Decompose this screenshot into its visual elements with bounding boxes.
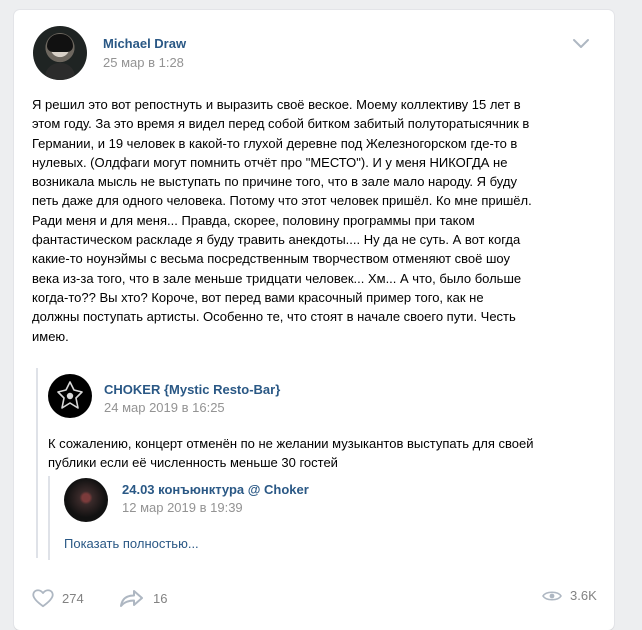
chevron-down-icon[interactable] [572, 38, 590, 50]
repost: CHOKER {Mystic Resto-Bar} 24 мар 2019 в … [36, 368, 594, 560]
post-text: Я решил это вот репостнуть и выразить св… [32, 97, 532, 344]
choker-logo-icon [57, 381, 83, 409]
views-indicator: 3.6K [542, 588, 597, 603]
share-arrow-icon [120, 590, 143, 607]
author-avatar[interactable] [33, 26, 87, 80]
repost-author[interactable]: CHOKER {Mystic Resto-Bar} [104, 382, 280, 397]
like-count: 274 [62, 590, 84, 606]
eye-icon [542, 590, 562, 601]
show-more-link[interactable]: Показать полностью... [64, 536, 199, 551]
nested-repost: 24.03 конъюнктура @ Choker 12 мар 2019 в… [48, 476, 570, 560]
repost-avatar[interactable] [48, 374, 92, 418]
post-date[interactable]: 25 мар в 1:28 [103, 55, 184, 70]
nested-repost-avatar[interactable] [64, 478, 108, 522]
share-count: 16 [153, 590, 168, 606]
repost-text: К сожалению, концерт отменён по не желан… [48, 436, 534, 470]
post-card: Michael Draw 25 мар в 1:28 Я решил это в… [14, 10, 614, 630]
share-button[interactable]: 16 [119, 588, 167, 608]
repost-date[interactable]: 24 мар 2019 в 16:25 [104, 400, 225, 415]
post-author[interactable]: Michael Draw [103, 36, 186, 51]
nested-repost-date[interactable]: 12 мар 2019 в 19:39 [122, 500, 243, 515]
nested-repost-title[interactable]: 24.03 конъюнктура @ Choker [122, 482, 309, 497]
like-button[interactable]: 274 [32, 588, 84, 608]
views-count: 3.6K [570, 588, 597, 603]
heart-icon [32, 589, 54, 608]
post-actions: 274 16 3.6K [32, 588, 602, 608]
